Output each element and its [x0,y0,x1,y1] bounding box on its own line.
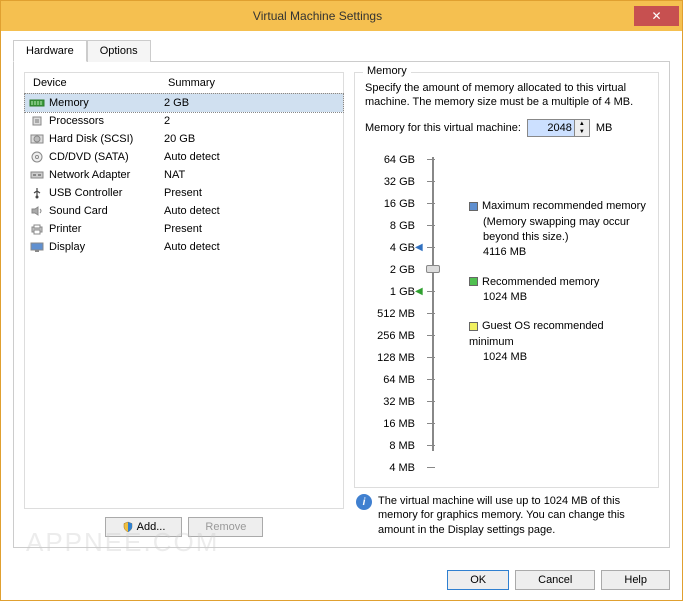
marker-rec-icon: ◀ [415,286,423,297]
device-name: Processors [49,115,164,127]
square-blue-icon [469,202,478,211]
memory-description: Specify the amount of memory allocated t… [365,81,648,110]
max-rec-title: Maximum recommended memory [482,200,646,212]
device-summary: Present [164,187,339,199]
square-yellow-icon [469,322,478,331]
slider-label: 16 GB [384,193,415,215]
spinner-down[interactable]: ▼ [575,128,589,136]
tabs: Hardware Options [13,39,670,62]
cpu-icon [29,114,45,128]
memory-unit: MB [596,122,613,134]
device-row-cpu[interactable]: Processors2 [25,112,343,130]
shield-icon [122,521,134,533]
guest-min-value: 1024 MB [469,350,648,365]
rec-value: 1024 MB [469,290,648,305]
rec-title: Recommended memory [482,276,599,288]
device-row-usb[interactable]: USB ControllerPresent [25,184,343,202]
close-button[interactable]: ✕ [634,6,679,26]
slider-label: 8 MB [389,435,415,457]
device-summary: Auto detect [164,241,339,253]
slider-label: 256 MB [377,325,415,347]
memory-input-label: Memory for this virtual machine: [365,122,521,134]
display-icon [29,240,45,254]
window-title: Virtual Machine Settings [1,9,634,23]
guest-min-title: Guest OS recommended minimum [469,320,604,347]
usb-icon [29,186,45,200]
device-summary: 20 GB [164,133,339,145]
device-row-cd[interactable]: CD/DVD (SATA)Auto detect [25,148,343,166]
device-summary: 2 GB [164,97,339,109]
max-rec-note: (Memory swapping may occur beyond this s… [469,215,648,246]
slider-label: 8 GB [390,215,415,237]
close-icon: ✕ [651,9,661,23]
device-row-net[interactable]: Network AdapterNAT [25,166,343,184]
device-row-display[interactable]: DisplayAuto detect [25,238,343,256]
device-row-disk[interactable]: Hard Disk (SCSI)20 GB [25,130,343,148]
slider-label: 512 MB [377,303,415,325]
marker-max-icon: ◀ [415,242,423,253]
net-icon [29,168,45,182]
cd-icon [29,150,45,164]
info-text: The virtual machine will use up to 1024 … [378,494,657,537]
slider-label: 32 GB [384,171,415,193]
memory-icon [29,96,45,110]
slider-label: 128 MB [377,347,415,369]
info-icon: i [356,494,372,510]
device-name: Sound Card [49,205,164,217]
add-button[interactable]: Add... [105,517,183,537]
ok-button[interactable]: OK [447,570,509,590]
device-list: Device Summary Memory2 GBProcessors2Hard… [24,72,344,509]
device-name: CD/DVD (SATA) [49,151,164,163]
slider-label: 2 GB [390,259,415,281]
col-header-device[interactable]: Device [25,73,160,93]
device-summary: NAT [164,169,339,181]
slider-label: 4 MB [389,457,415,479]
info-note: i The virtual machine will use up to 102… [354,488,659,537]
memory-slider[interactable]: ◀ ◀ [423,149,443,459]
device-summary: Present [164,223,339,235]
slider-label: 64 GB [384,149,415,171]
device-name: Printer [49,223,164,235]
max-rec-value: 4116 MB [469,245,648,260]
titlebar: Virtual Machine Settings ✕ [1,1,682,31]
device-row-sound[interactable]: Sound CardAuto detect [25,202,343,220]
device-name: Memory [49,97,164,109]
slider-label: 64 MB [383,369,415,391]
slider-thumb[interactable] [426,265,440,273]
memory-input[interactable] [527,119,575,137]
device-row-memory[interactable]: Memory2 GB [25,94,343,112]
device-summary: 2 [164,115,339,127]
device-name: Display [49,241,164,253]
device-name: USB Controller [49,187,164,199]
slider-label: 16 MB [383,413,415,435]
slider-label: 32 MB [383,391,415,413]
device-summary: Auto detect [164,151,339,163]
spinner-up[interactable]: ▲ [575,120,589,128]
slider-label: 4 GB [390,237,415,259]
device-row-printer[interactable]: PrinterPresent [25,220,343,238]
memory-legend: Memory [363,65,411,77]
device-list-header: Device Summary [25,73,343,94]
help-button[interactable]: Help [601,570,670,590]
memory-group: Memory Specify the amount of memory allo… [354,72,659,489]
cancel-button[interactable]: Cancel [515,570,595,590]
device-summary: Auto detect [164,205,339,217]
printer-icon [29,222,45,236]
sound-icon [29,204,45,218]
tab-options[interactable]: Options [87,40,151,62]
device-name: Hard Disk (SCSI) [49,133,164,145]
square-green-icon [469,277,478,286]
tab-hardware[interactable]: Hardware [13,40,87,62]
slider-labels: 64 GB32 GB16 GB8 GB4 GB2 GB1 GB512 MB256… [365,149,415,479]
col-header-summary[interactable]: Summary [160,73,343,93]
slider-label: 1 GB [390,281,415,303]
device-name: Network Adapter [49,169,164,181]
disk-icon [29,132,45,146]
remove-button: Remove [188,517,263,537]
